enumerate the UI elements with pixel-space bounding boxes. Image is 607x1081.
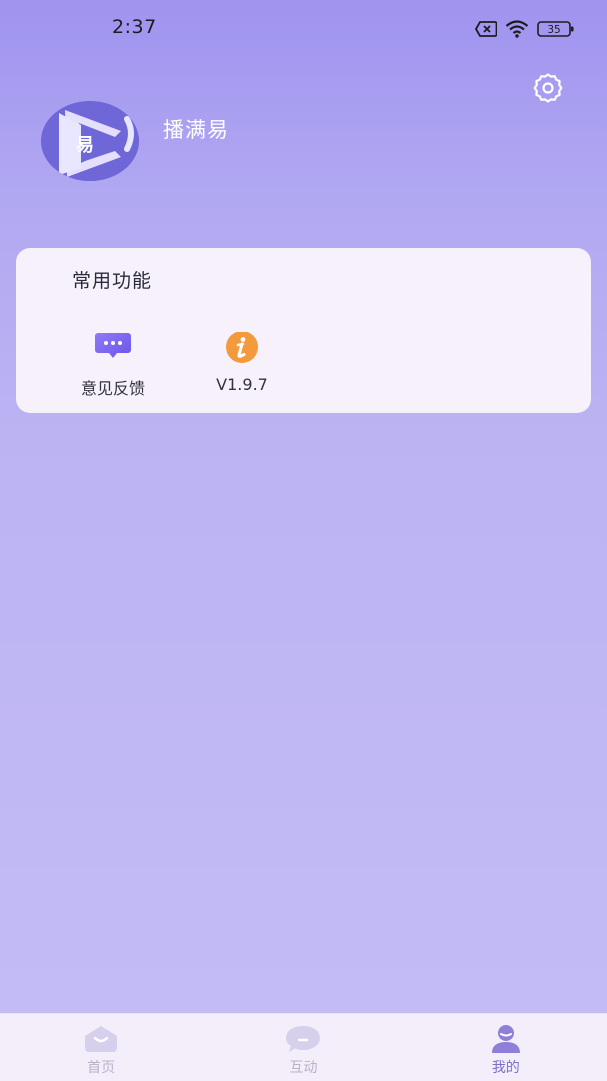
- version-label: V1.9.7: [216, 375, 268, 394]
- bottom-tab-bar: 首页 互动 我的: [0, 1013, 607, 1081]
- gear-icon: [532, 72, 564, 108]
- card-title: 常用功能: [72, 270, 153, 292]
- home-icon: [83, 1024, 119, 1058]
- info-icon: [225, 331, 259, 370]
- tab-interaction[interactable]: 互动: [202, 1014, 404, 1081]
- status-bar: 2:37 35: [0, 0, 607, 56]
- feedback-label: 意见反馈: [80, 379, 145, 398]
- battery-level: 35: [547, 24, 560, 36]
- tab-home[interactable]: 首页: [0, 1014, 202, 1081]
- status-icons: 35: [475, 18, 575, 40]
- profile-icon: [490, 1024, 522, 1058]
- app-logo-icon: 易: [41, 101, 139, 181]
- version-button[interactable]: V1.9.7: [187, 331, 297, 402]
- tab-profile-label: 我的: [491, 1060, 520, 1076]
- status-time: 2:37: [112, 16, 157, 38]
- sim-off-icon: [475, 21, 497, 37]
- chat-icon: [285, 1024, 321, 1058]
- tab-profile[interactable]: 我的: [405, 1014, 607, 1081]
- feedback-button[interactable]: 意见反馈: [58, 332, 168, 402]
- tab-interaction-label: 互动: [289, 1060, 318, 1076]
- wifi-icon: [505, 20, 529, 38]
- common-functions-card: 常用功能 意见反馈 V1.9.7: [16, 248, 591, 413]
- avatar[interactable]: 易: [41, 101, 139, 181]
- chat-bubble-icon: [95, 332, 131, 364]
- battery-icon: 35: [537, 20, 575, 38]
- tab-home-label: 首页: [87, 1060, 116, 1076]
- settings-button[interactable]: [530, 72, 566, 108]
- avatar-glyph: 易: [76, 135, 94, 156]
- app-name: 播满易: [163, 118, 229, 142]
